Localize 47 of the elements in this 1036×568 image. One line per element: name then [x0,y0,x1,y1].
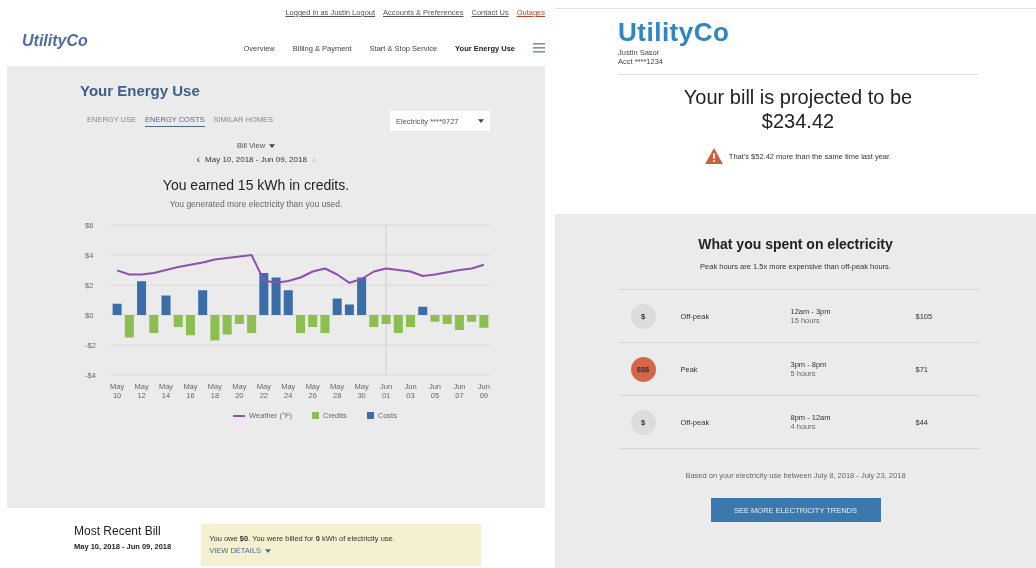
section-title: What you spent on electricity [698,236,893,252]
bar [332,298,342,315]
bar [149,315,159,333]
bar [210,315,220,341]
headline: You earned 15 kWh in credits. [162,177,350,193]
previous-period-button[interactable]: ‹ [196,153,201,165]
bar [442,315,452,324]
bar [369,315,379,327]
bar [320,315,330,333]
section-title: Most Recent Bill [74,524,162,538]
bar [137,281,147,315]
bar [112,303,122,315]
caret-icon [265,548,272,553]
bar [259,273,269,315]
bar [344,304,354,315]
bar [430,315,440,322]
bar [161,295,171,315]
bar [185,315,195,336]
menu-icon[interactable] [533,43,545,53]
bar [271,277,281,315]
page-title: Your Energy Use [80,82,201,99]
bar [454,315,464,330]
bar [296,315,305,333]
logo[interactable]: UtilityCo [22,32,88,50]
bar [247,315,257,333]
period-label: May 10, 2018 - Jun 09, 2018 [205,154,307,164]
bar [479,315,489,328]
bar [283,290,293,315]
projection-text: Your bill is projected to be [682,85,914,109]
bar [381,315,391,324]
caret-icon [269,143,276,148]
bar [198,290,208,315]
bar [406,315,416,327]
bar [222,315,232,335]
subheadline: You generated more electricity than you used. [169,199,343,209]
bar [467,315,477,322]
bar [418,306,428,315]
warning-icon [704,148,723,164]
bar [234,315,244,324]
logo: UtilityCo [618,17,731,48]
bar [308,315,318,327]
projection-text: $234.42 [760,109,836,133]
caret-icon [478,119,484,123]
bar [124,315,134,338]
bar [357,277,367,315]
bar [393,315,403,333]
bar [173,315,183,327]
